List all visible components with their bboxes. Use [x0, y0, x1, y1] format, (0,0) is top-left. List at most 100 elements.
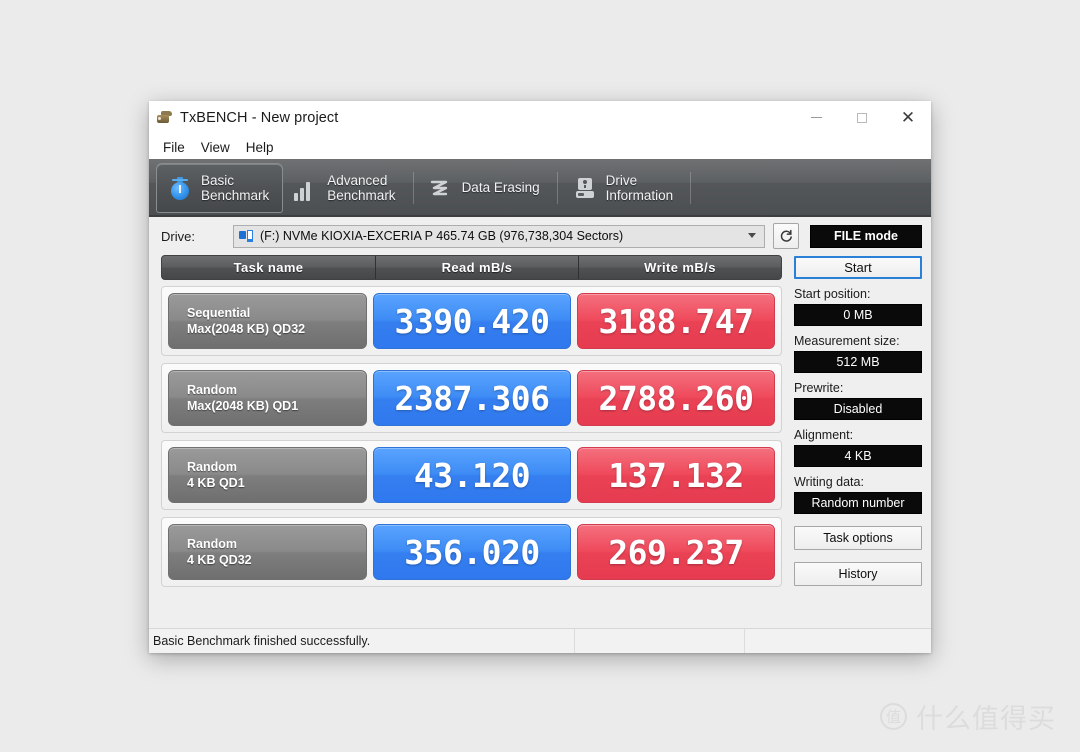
tab-label-basic-benchmark: Basic Benchmark: [201, 172, 270, 204]
watermark-text: 什么值得买: [916, 704, 1056, 735]
maximize-button[interactable]: [839, 101, 885, 135]
prewrite-label: Prewrite:: [794, 381, 844, 395]
window-controls: ✕: [793, 101, 931, 135]
tab-separator: [556, 172, 558, 204]
task-line-2: Max(2048 KB) QD1: [187, 399, 299, 413]
maximize-icon: [857, 113, 867, 123]
menu-item-help[interactable]: Help: [238, 138, 282, 157]
results-table-header: Task name Read mB/s Write mB/s: [161, 255, 782, 280]
write-value-cell: 2788.260: [577, 370, 775, 426]
refresh-icon: [780, 229, 792, 242]
writing-data-label: Writing data:: [794, 475, 864, 489]
table-row: Random Max(2048 KB) QD1 2387.306 2788.26…: [161, 363, 782, 433]
main-split: Task name Read mB/s Write mB/s Sequentia…: [149, 255, 931, 628]
write-value: 2788.260: [598, 378, 754, 418]
drive-label: Drive:: [161, 228, 195, 244]
close-icon: ✕: [900, 107, 916, 128]
alignment-value[interactable]: 4 KB: [794, 445, 922, 467]
task-line-1: Random: [187, 383, 237, 397]
drive-icon: [573, 175, 597, 201]
file-mode-button[interactable]: FILE mode: [810, 224, 922, 248]
column-header-task-name: Task name: [162, 256, 376, 279]
tab-separator: [690, 172, 692, 204]
task-line-1: Random: [187, 537, 237, 551]
tab-strip: Basic Benchmark Advanced Benchmark Data …: [149, 159, 931, 217]
tab-basic-benchmark[interactable]: Basic Benchmark: [156, 163, 284, 213]
drive-select[interactable]: (F:) NVMe KIOXIA-EXCERIA P 465.74 GB (97…: [233, 224, 765, 248]
write-value: 137.132: [608, 455, 744, 495]
drive-small-icon: [239, 229, 254, 243]
settings-pane: Start Start position: 0 MB Measurement s…: [794, 255, 922, 628]
drive-select-value: (F:) NVMe KIOXIA-EXCERIA P 465.74 GB (97…: [260, 229, 624, 243]
chevron-down-icon: [748, 233, 756, 238]
read-value-cell: 356.020: [373, 524, 571, 580]
read-value: 43.120: [413, 455, 531, 495]
start-position-value[interactable]: 0 MB: [794, 304, 922, 326]
write-value-cell: 137.132: [577, 447, 775, 503]
watermark: 值 什么值得买: [880, 697, 1056, 736]
read-value-cell: 43.120: [373, 447, 571, 503]
write-value-cell: 269.237: [577, 524, 775, 580]
refresh-button[interactable]: [773, 223, 799, 249]
results-rows: Sequential Max(2048 KB) QD32 3390.420 31…: [161, 286, 782, 587]
shred-icon: [429, 175, 453, 201]
tab-label-data-erasing: Data Erasing: [461, 180, 540, 196]
bar-chart-icon: [294, 175, 318, 201]
status-pane-3: [745, 629, 931, 653]
window-title: TxBENCH - New project: [180, 110, 339, 126]
start-position-label: Start position:: [794, 287, 871, 301]
read-value-cell: 2387.306: [373, 370, 571, 426]
write-value-cell: 3188.747: [577, 293, 775, 349]
task-line-1: Random: [187, 460, 237, 474]
task-line-2: Max(2048 KB) QD32: [187, 322, 306, 336]
read-value: 356.020: [404, 532, 540, 572]
menu-item-view[interactable]: View: [193, 138, 238, 157]
read-value: 3390.420: [394, 301, 550, 341]
tab-label-drive-information: Drive Information: [605, 172, 674, 204]
alignment-label: Alignment:: [794, 428, 854, 442]
tab-label-advanced-benchmark: Advanced Benchmark: [327, 172, 396, 204]
task-name-cell[interactable]: Sequential Max(2048 KB) QD32: [168, 293, 367, 349]
table-row: Random 4 KB QD32 356.020 269.237: [161, 517, 782, 587]
prewrite-value[interactable]: Disabled: [794, 398, 922, 420]
menu-item-file[interactable]: File: [155, 138, 193, 157]
status-pane-2: [575, 629, 745, 653]
read-value-cell: 3390.420: [373, 293, 571, 349]
column-header-read: Read mB/s: [376, 256, 579, 279]
application-window: TxBENCH - New project ✕ File View Help B…: [149, 101, 931, 653]
results-pane: Task name Read mB/s Write mB/s Sequentia…: [161, 255, 782, 628]
task-name-cell[interactable]: Random 4 KB QD1: [168, 447, 367, 503]
tab-separator: [412, 172, 414, 204]
task-line-2: 4 KB QD1: [187, 476, 245, 490]
menu-bar: File View Help: [149, 135, 931, 159]
write-value: 269.237: [608, 532, 744, 572]
task-name-cell[interactable]: Random Max(2048 KB) QD1: [168, 370, 367, 426]
tab-advanced-benchmark[interactable]: Advanced Benchmark: [283, 163, 408, 213]
writing-data-value[interactable]: Random number: [794, 492, 922, 514]
task-name-cell[interactable]: Random 4 KB QD32: [168, 524, 367, 580]
drive-stack-icon: [157, 110, 173, 126]
content-area: Drive: (F:) NVMe KIOXIA-EXCERIA P 465.74…: [149, 217, 931, 653]
status-bar: Basic Benchmark finished successfully.: [149, 628, 931, 653]
watermark-mark: 值: [880, 703, 907, 730]
status-message: Basic Benchmark finished successfully.: [149, 629, 575, 653]
task-line-2: 4 KB QD32: [187, 553, 252, 567]
measurement-size-value[interactable]: 512 MB: [794, 351, 922, 373]
table-row: Random 4 KB QD1 43.120 137.132: [161, 440, 782, 510]
minimize-button[interactable]: [793, 101, 839, 135]
title-bar: TxBENCH - New project ✕: [149, 101, 931, 135]
close-button[interactable]: ✕: [885, 101, 931, 135]
minimize-icon: [810, 117, 822, 118]
column-header-write: Write mB/s: [644, 260, 716, 275]
history-button[interactable]: History: [794, 562, 922, 586]
table-row: Sequential Max(2048 KB) QD32 3390.420 31…: [161, 286, 782, 356]
stopwatch-icon: [168, 175, 192, 201]
drive-selection-row: Drive: (F:) NVMe KIOXIA-EXCERIA P 465.74…: [149, 217, 931, 255]
tab-data-erasing[interactable]: Data Erasing: [418, 163, 553, 213]
tab-drive-information[interactable]: Drive Information: [562, 163, 687, 213]
task-options-button[interactable]: Task options: [794, 526, 922, 550]
start-button[interactable]: Start: [794, 256, 922, 279]
measurement-size-label: Measurement size:: [794, 334, 900, 348]
write-value: 3188.747: [598, 301, 754, 341]
read-value: 2387.306: [394, 378, 550, 418]
